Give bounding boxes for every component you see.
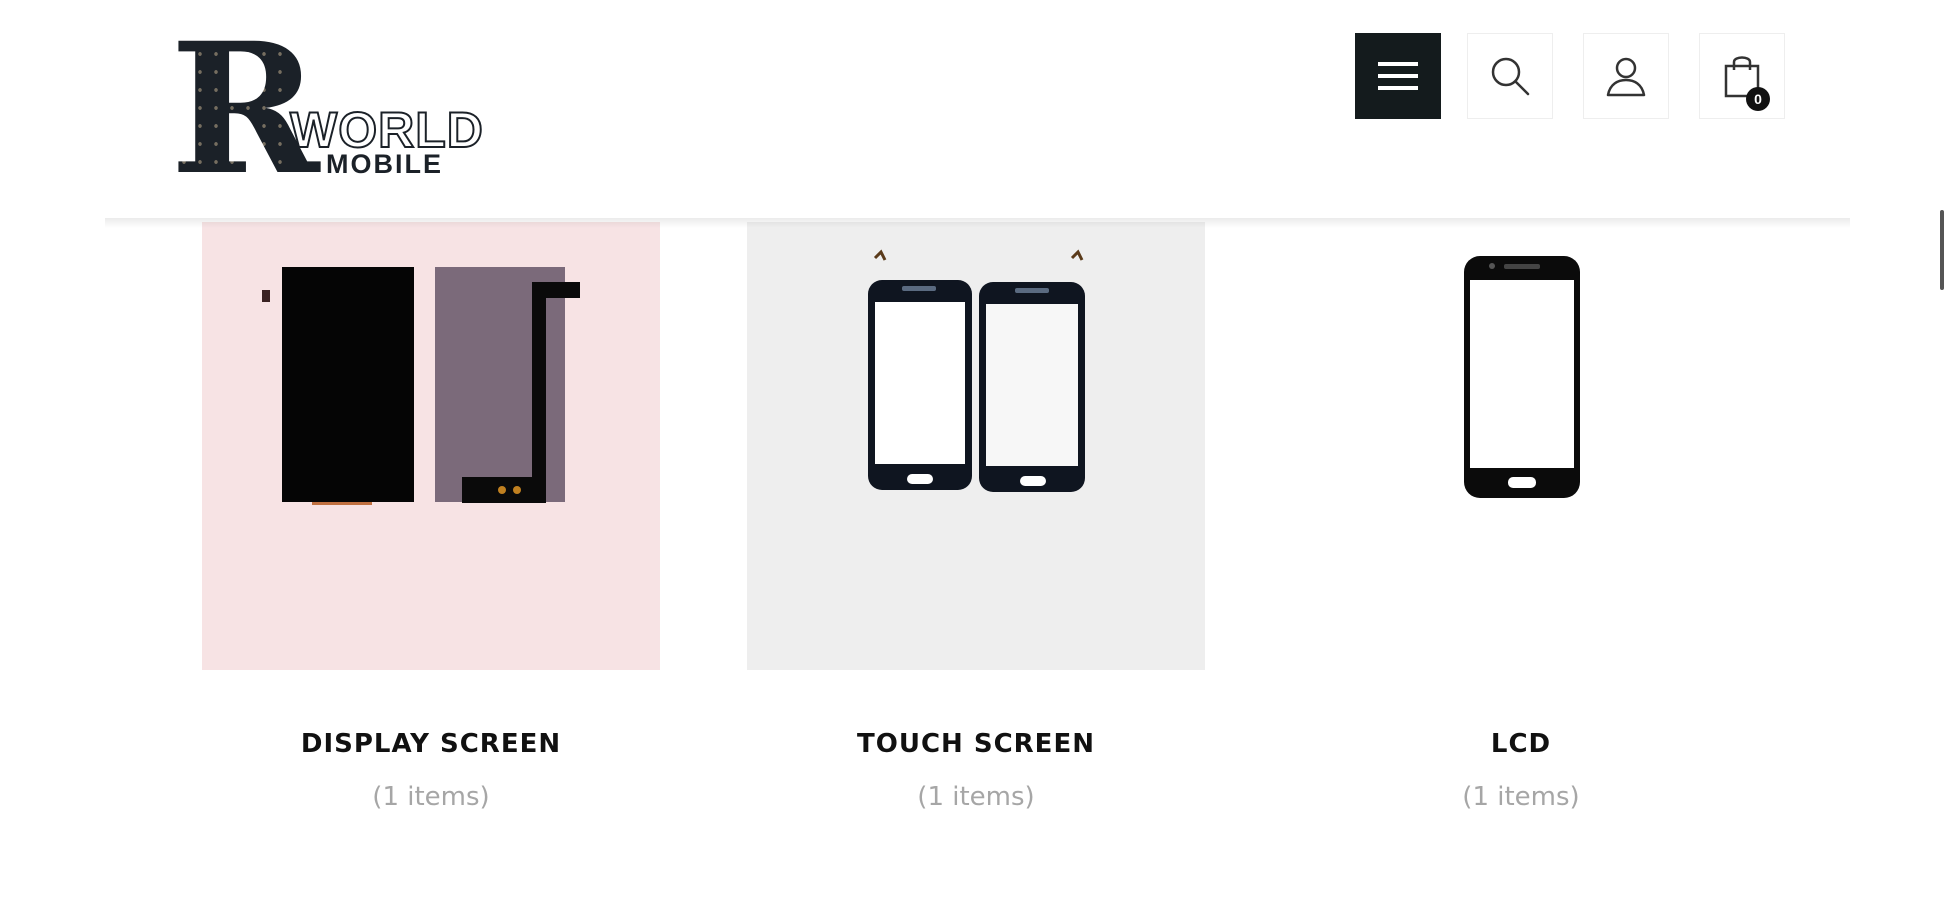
header-shadow [105, 218, 1850, 228]
category-name[interactable]: DISPLAY SCREEN [202, 729, 660, 759]
site-logo[interactable]: R WORLD MOBILE [170, 20, 515, 200]
category-item-count: (1 items) [917, 782, 1035, 812]
cart-button[interactable]: 0 [1699, 33, 1785, 119]
menu-icon [1378, 62, 1418, 90]
category-card-touch-screen[interactable]: TOUCH SCREEN (1 items) [747, 222, 1205, 812]
category-card-lcd[interactable]: LCD (1 items) [1292, 222, 1750, 812]
display-screen-image [262, 267, 580, 505]
account-button[interactable] [1583, 33, 1669, 119]
logo-subtitle: MOBILE [326, 149, 443, 179]
category-image[interactable] [202, 222, 660, 670]
touch-screen-image [868, 249, 1085, 492]
site-header: R WORLD MOBILE 0 [0, 0, 1953, 222]
cart-count-badge: 0 [1746, 87, 1770, 111]
lcd-image [1464, 256, 1580, 498]
account-icon [1606, 57, 1646, 97]
category-image[interactable] [1292, 222, 1750, 670]
category-name[interactable]: TOUCH SCREEN [747, 729, 1205, 759]
category-image[interactable] [747, 222, 1205, 670]
category-item-count: (1 items) [1462, 782, 1580, 812]
search-button[interactable] [1467, 33, 1553, 119]
category-item-count: (1 items) [372, 782, 490, 812]
search-icon [1491, 57, 1530, 96]
scrollbar-thumb[interactable] [1940, 210, 1944, 290]
menu-button[interactable] [1355, 33, 1441, 119]
category-name[interactable]: LCD [1292, 729, 1750, 759]
category-card-display-screen[interactable]: DISPLAY SCREEN (1 items) [202, 222, 660, 812]
